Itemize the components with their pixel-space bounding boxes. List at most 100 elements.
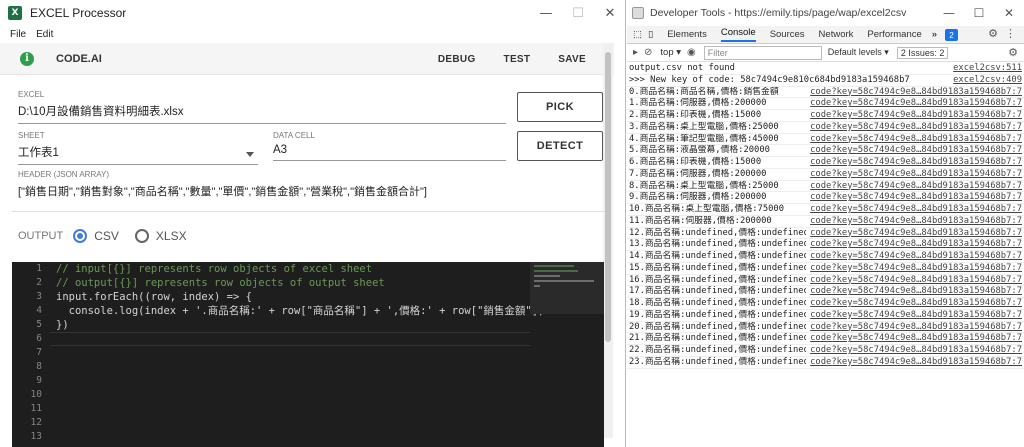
console-source-link[interactable]: code?key=58c7494c9e8…84bd9183a159468b7:7 [806, 286, 1022, 298]
close-icon[interactable]: ✕ [594, 0, 625, 26]
console-message-text: output.csv not found [629, 63, 735, 73]
console-source-link[interactable]: excel2csv:409 [949, 74, 1022, 86]
header-input[interactable]: ["銷售日期","銷售對象","商品名稱","數量","單價","銷售金額","… [18, 183, 604, 203]
console-message: 5.商品名稱:液晶螢幕,價格:20000 code?key=58c7494c9e8… [627, 145, 1024, 157]
console-source-link[interactable]: code?key=58c7494c9e8…84bd9183a159468b7:7 [806, 98, 1022, 110]
close-icon[interactable]: ✕ [994, 0, 1024, 26]
radio-csv-label[interactable]: CSV [94, 229, 119, 243]
code-line[interactable] [56, 402, 526, 416]
save-button[interactable]: SAVE [558, 54, 586, 65]
info-icon[interactable]: i [20, 51, 34, 66]
radio-checked-icon[interactable] [73, 229, 88, 243]
console-source-link[interactable]: code?key=58c7494c9e8…84bd9183a159468b7:7 [806, 333, 1022, 345]
radio-xlsx[interactable]: XLSX [134, 229, 187, 243]
code-line[interactable] [56, 388, 526, 402]
tab-network[interactable]: Network [819, 29, 854, 40]
line-number: 2 [36, 277, 42, 288]
eye-icon[interactable]: ◉ [687, 47, 696, 58]
console-source-link[interactable]: code?key=58c7494c9e8…84bd9183a159468b7:7 [806, 133, 1022, 145]
excel-field[interactable]: EXCEL D:\10月設備銷售資料明細表.xlsx [18, 90, 506, 124]
detect-button[interactable]: DETECT [517, 131, 603, 161]
maximize-icon[interactable]: ☐ [562, 0, 594, 26]
issues-badge[interactable]: 2 [945, 28, 958, 41]
devtools-window: Developer Tools - https://emily.tips/pag… [627, 0, 1024, 447]
code-line[interactable] [56, 346, 526, 360]
data-cell-input[interactable]: A3 [273, 144, 506, 161]
console-source-link[interactable]: code?key=58c7494c9e8…84bd9183a159468b7:7 [806, 192, 1022, 204]
test-button[interactable]: TEST [504, 54, 531, 65]
console-source-link[interactable]: code?key=58c7494c9e8…84bd9183a159468b7:7 [806, 215, 1022, 227]
code-line[interactable]: // input[{}] represents row objects of e… [56, 262, 526, 276]
device-toolbar-icon[interactable]: ▯ [648, 29, 653, 40]
console-source-link[interactable]: code?key=58c7494c9e8…84bd9183a159468b7:7 [806, 145, 1022, 157]
code-line[interactable] [56, 360, 526, 374]
minimize-icon[interactable]: — [530, 0, 562, 26]
header-field[interactable]: HEADER (JSON Array) ["銷售日期","銷售對象","商品名稱… [18, 170, 604, 203]
code-line[interactable]: // output[{}] represents row objects of … [56, 276, 526, 290]
code-line[interactable]: console.log(index + '.商品名稱:' + row["商品名稱… [56, 304, 545, 318]
code-line[interactable] [56, 374, 526, 388]
console-source-link[interactable]: code?key=58c7494c9e8…84bd9183a159468b7:7 [806, 204, 1022, 215]
debug-button[interactable]: DEBUG [438, 54, 476, 65]
tab-performance[interactable]: Performance [867, 29, 921, 40]
console-source-link[interactable]: code?key=58c7494c9e8…84bd9183a159468b7:7 [806, 262, 1022, 274]
more-tabs-icon[interactable]: » [932, 29, 937, 40]
console-source-link[interactable]: code?key=58c7494c9e8…84bd9183a159468b7:7 [806, 157, 1022, 168]
issues-button[interactable]: 2 Issues: 2 [896, 46, 949, 59]
console-source-link[interactable]: code?key=58c7494c9e8…84bd9183a159468b7:7 [806, 121, 1022, 133]
line-number: 8 [36, 361, 42, 372]
maximize-icon[interactable]: ☐ [964, 0, 994, 26]
editor-minimap[interactable] [530, 262, 604, 314]
console-settings-icon[interactable]: ⚙ [1008, 46, 1018, 59]
console-source-link[interactable]: code?key=58c7494c9e8…84bd9183a159468b7:7 [806, 168, 1022, 180]
console-source-link[interactable]: code?key=58c7494c9e8…84bd9183a159468b7:7 [806, 345, 1022, 356]
tab-elements[interactable]: Elements [667, 29, 707, 40]
code-lines[interactable]: // input[{}] represents row objects of e… [56, 262, 545, 444]
clear-console-icon[interactable]: ⊘ [644, 47, 652, 58]
console-message: 2.商品名稱:印表機,價格:15000 code?key=58c7494c9e8…… [627, 110, 1024, 122]
section-divider [12, 211, 604, 212]
sheet-select[interactable]: 工作表1 [18, 144, 258, 165]
console-source-link[interactable]: excel2csv:511 [949, 63, 1022, 74]
console-source-link[interactable]: code?key=58c7494c9e8…84bd9183a159468b7:7 [806, 298, 1022, 309]
code-line[interactable]: input.forEach((row, index) => { [56, 290, 526, 304]
radio-unchecked-icon[interactable] [134, 229, 149, 243]
tab-sources[interactable]: Sources [770, 29, 805, 40]
minimize-icon[interactable]: — [934, 0, 964, 26]
console-source-link[interactable]: code?key=58c7494c9e8…84bd9183a159468b7:7 [806, 356, 1022, 368]
scrollbar-thumb[interactable] [605, 52, 611, 342]
radio-csv[interactable]: CSV [73, 229, 119, 243]
console-source-link[interactable]: code?key=58c7494c9e8…84bd9183a159468b7:7 [806, 86, 1022, 98]
console-source-link[interactable]: code?key=58c7494c9e8…84bd9183a159468b7:7 [806, 309, 1022, 321]
log-levels-select[interactable]: Default levels ▾ [828, 47, 889, 58]
console-source-link[interactable]: code?key=58c7494c9e8…84bd9183a159468b7:7 [806, 180, 1022, 192]
radio-xlsx-label[interactable]: XLSX [156, 229, 187, 243]
console-source-link[interactable]: code?key=58c7494c9e8…84bd9183a159468b7:7 [806, 239, 1022, 251]
code-line[interactable] [56, 332, 526, 346]
console-source-link[interactable]: code?key=58c7494c9e8…84bd9183a159468b7:7 [806, 321, 1022, 333]
kebab-menu-icon[interactable]: ⋮ [1005, 27, 1016, 40]
context-select[interactable]: top ▾ [660, 47, 681, 58]
sidebar-toggle-icon[interactable]: ▸ [633, 47, 638, 58]
pick-button[interactable]: PICK [517, 92, 603, 122]
console-source-link[interactable]: code?key=58c7494c9e8…84bd9183a159468b7:7 [806, 251, 1022, 262]
gear-icon[interactable]: ⚙ [988, 27, 998, 40]
console-source-link[interactable]: code?key=58c7494c9e8…84bd9183a159468b7:7 [806, 110, 1022, 121]
code-line[interactable] [56, 430, 526, 444]
code-line[interactable]: }) [56, 318, 526, 332]
data-cell-field[interactable]: DATA CELL A3 [273, 131, 506, 161]
console-source-link[interactable]: code?key=58c7494c9e8…84bd9183a159468b7:7 [806, 227, 1022, 239]
sheet-field[interactable]: SHEET 工作表1 [18, 131, 258, 165]
menu-file[interactable]: File [10, 29, 26, 40]
code-line[interactable] [56, 416, 526, 430]
code-editor[interactable]: 1 2 3 4 5 6 7 8 9 10 11 12 13 // input[{… [12, 262, 604, 447]
excel-path-input[interactable]: D:\10月設備銷售資料明細表.xlsx [18, 103, 506, 124]
tab-console[interactable]: Console [720, 27, 756, 42]
console-source-link[interactable]: code?key=58c7494c9e8…84bd9183a159468b7:7 [806, 274, 1022, 286]
console-log[interactable]: output.csv not found excel2csv:511 >>> New… [627, 63, 1024, 447]
filter-input[interactable]: Filter [703, 45, 822, 60]
console-message: 21.商品名稱:undefined,價格:undefined code?key=5… [627, 333, 1024, 345]
chevron-down-icon[interactable] [246, 152, 254, 157]
inspect-element-icon[interactable]: ⬚ [633, 29, 642, 40]
menu-edit[interactable]: Edit [36, 29, 53, 40]
